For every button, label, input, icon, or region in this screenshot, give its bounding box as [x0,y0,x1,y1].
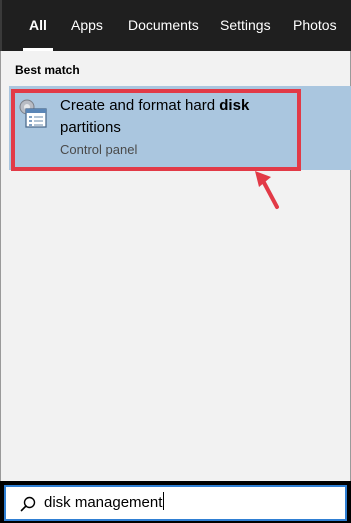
tab-photos[interactable]: Photos [293,0,337,51]
red-arrow-icon [249,169,289,213]
search-bar: disk management [0,481,351,523]
results-panel: Best match Create and format hard disk p… [0,51,351,481]
red-highlight-box [11,89,301,171]
search-input-box[interactable]: disk management [4,485,347,521]
search-icon [20,496,36,512]
search-input[interactable]: disk management [44,492,164,514]
search-input-text: disk management [44,494,162,511]
tab-documents[interactable]: Documents [128,0,199,51]
search-window: All Apps Documents Settings Photos Best … [0,0,351,523]
search-tabs: All Apps Documents Settings Photos [0,0,351,51]
tab-settings[interactable]: Settings [220,0,271,51]
text-caret [163,492,164,510]
tab-all[interactable]: All [29,0,47,51]
tab-apps[interactable]: Apps [71,0,103,51]
best-match-heading: Best match [15,63,80,77]
